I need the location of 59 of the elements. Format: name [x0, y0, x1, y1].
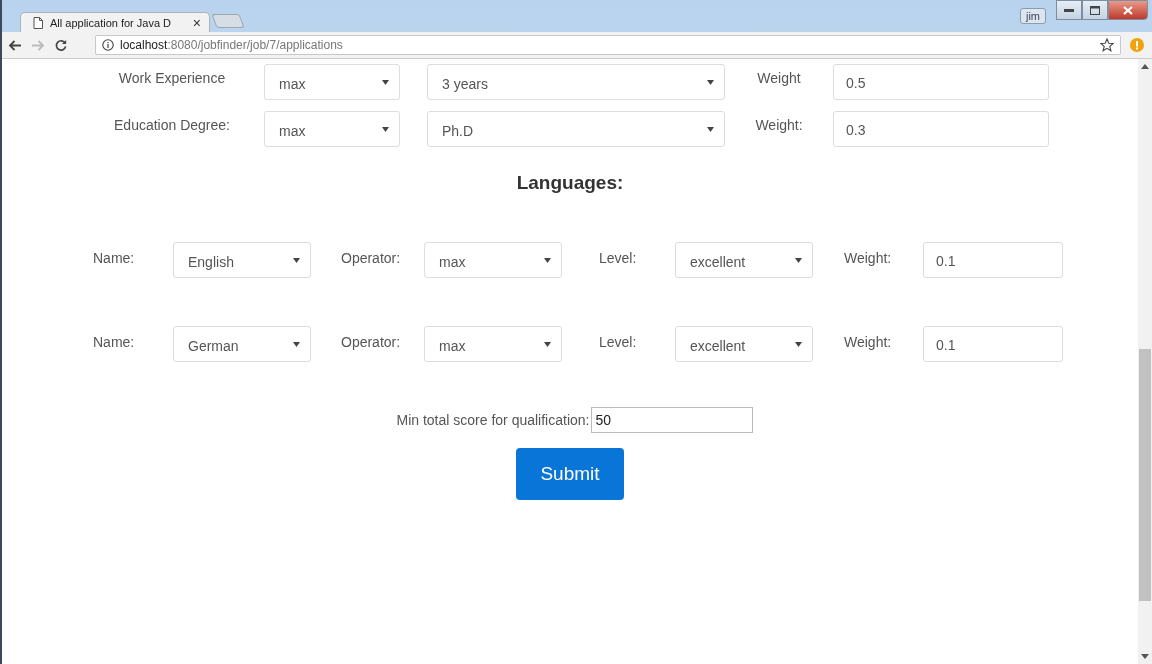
close-tab-button[interactable]: × [192, 14, 201, 31]
input-field[interactable]: 0.3 [833, 111, 1049, 147]
dropdown[interactable]: max [424, 326, 562, 362]
address-bar[interactable]: localhost:8080/jobfinder/job/7/applications [95, 35, 1121, 55]
field-label: Level: [598, 333, 638, 350]
field-label: Weight [756, 69, 802, 86]
input-field[interactable]: 0.1 [923, 326, 1063, 362]
dropdown[interactable]: excellent [675, 326, 813, 362]
caret-icon [707, 126, 714, 132]
field-label: Work Experience [117, 69, 227, 86]
dropdown[interactable]: 3 years [427, 64, 725, 100]
dropdown[interactable]: max [264, 111, 400, 147]
star-icon[interactable] [1100, 38, 1114, 52]
field-label: Min total score for qualification: [396, 412, 590, 428]
caret-icon [293, 257, 300, 263]
dropdown[interactable]: excellent [675, 242, 813, 278]
maximize-icon [1090, 5, 1100, 15]
close-icon [1123, 5, 1133, 15]
field-label: Weight: [843, 249, 893, 266]
input-field[interactable]: 0.1 [923, 242, 1063, 278]
input-field[interactable]: 0.5 [833, 64, 1049, 100]
browser-tab[interactable]: All application for Java D × [20, 12, 210, 32]
field-label: Weight: [754, 116, 804, 133]
back-icon[interactable] [8, 38, 22, 52]
dropdown[interactable]: max [264, 64, 400, 100]
user-badge[interactable]: jim [1019, 8, 1046, 24]
field-label: Level: [598, 249, 638, 266]
scroll-up-icon[interactable] [1141, 64, 1149, 69]
dropdown[interactable]: English [173, 242, 311, 278]
field-label: Name: [92, 249, 136, 266]
dropdown[interactable]: German [173, 326, 311, 362]
minimize-button[interactable] [1056, 0, 1082, 20]
maximize-button[interactable] [1082, 0, 1108, 20]
caret-icon [707, 79, 714, 85]
reload-icon[interactable] [54, 38, 68, 52]
caret-icon [293, 341, 300, 347]
field-label: Name: [92, 333, 136, 350]
field-label: Weight: [843, 333, 893, 350]
section-heading: Languages: [515, 171, 625, 195]
page-icon [33, 16, 43, 29]
close-button[interactable] [1108, 0, 1148, 20]
caret-icon [544, 341, 551, 347]
caret-icon [795, 341, 802, 347]
field-label: Education Degree: [113, 116, 231, 133]
input-field[interactable]: 50 [591, 407, 754, 433]
caret-icon [795, 257, 802, 263]
caret-icon [544, 257, 551, 263]
field-label: Operator: [340, 333, 402, 350]
caret-icon [382, 126, 389, 132]
submit-button[interactable]: Submit [516, 448, 624, 500]
dropdown[interactable]: Ph.D [427, 111, 725, 147]
scroll-thumb[interactable] [1139, 349, 1151, 601]
caret-icon [382, 79, 389, 85]
info-icon[interactable] [102, 39, 114, 51]
scrollbar[interactable] [1138, 59, 1152, 664]
scroll-down-icon[interactable] [1141, 654, 1149, 659]
dropdown[interactable]: max [424, 242, 562, 278]
field-label: Operator: [340, 249, 402, 266]
url-text: localhost:8080/jobfinder/job/7/applications [120, 38, 344, 52]
